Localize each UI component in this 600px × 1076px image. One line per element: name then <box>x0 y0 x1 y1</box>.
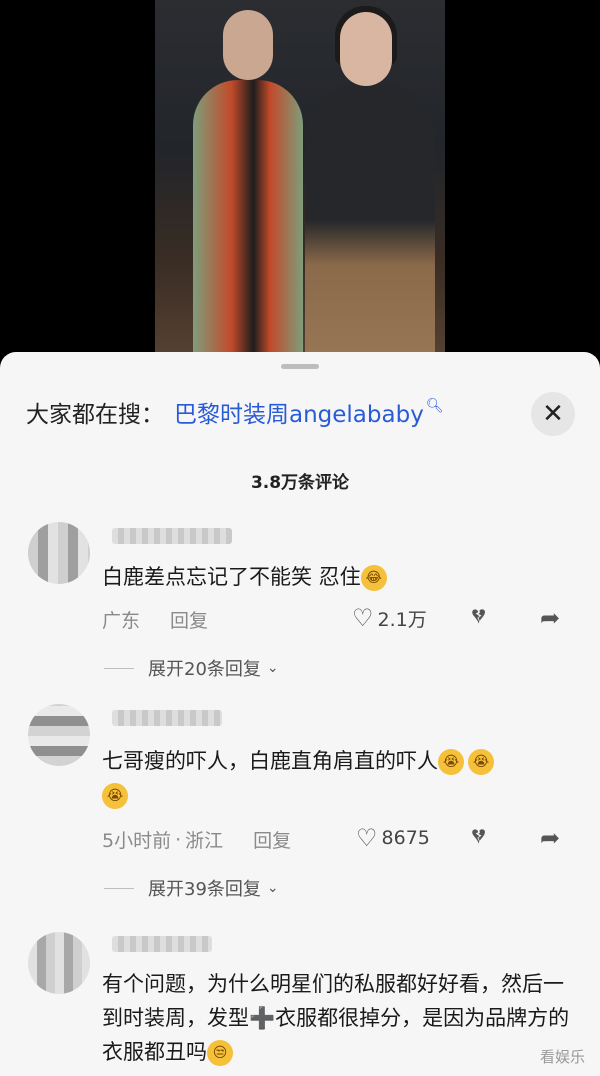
like-count: 8675 <box>381 827 430 849</box>
person-left-figure <box>193 80 303 375</box>
chevron-down-icon: ⌄ <box>266 880 279 896</box>
dislike-button[interactable]: 💔︎ <box>472 824 485 849</box>
like-button[interactable]: ♡ 2.1万 <box>352 604 427 632</box>
comment-location: 广东 <box>102 610 141 632</box>
close-icon: ✕ <box>542 399 564 429</box>
reply-button[interactable]: 回复 <box>170 606 208 633</box>
share-button[interactable]: ➦ <box>540 604 560 632</box>
comment-text: 有个问题，为什么明星们的私服都好好看，然后一到时装周，发型➕衣服都很掉分，是因为… <box>102 967 572 1069</box>
divider-line <box>104 667 134 669</box>
watermark: 看娱乐 <box>540 1048 586 1066</box>
comments-count: 3.8万条评论 <box>250 473 350 493</box>
username-blurred[interactable] <box>112 936 212 952</box>
cry-emoji-icon: 😭 <box>468 749 494 775</box>
person-right-figure <box>305 85 435 375</box>
comment-time: 5小时前 <box>102 830 172 852</box>
username-blurred[interactable] <box>112 528 232 544</box>
person-right-head <box>340 12 392 86</box>
share-arrow-icon: ➦ <box>540 824 561 852</box>
expand-replies-label: 展开20条回复 <box>148 659 261 680</box>
photo-image <box>155 0 445 375</box>
comment-meta: 5小时前 · 浙江 回复 <box>102 826 291 853</box>
comment-meta: 广东 回复 <box>102 606 208 633</box>
divider-line <box>104 887 134 889</box>
dislike-button[interactable]: 💔︎ <box>472 604 485 629</box>
username-blurred[interactable] <box>112 710 222 726</box>
cry-emoji-icon: 😭 <box>102 783 128 809</box>
avatar[interactable] <box>28 704 90 766</box>
comment-text: 白鹿差点忘记了不能笑 忍住 😂 <box>102 560 572 594</box>
comment-text: 七哥瘦的吓人，白鹿直角肩直的吓人 😭 😭 😭 <box>102 744 572 812</box>
drag-handle[interactable] <box>281 364 319 369</box>
expand-replies[interactable]: 展开39条回复 ⌄ <box>104 875 279 901</box>
like-count: 2.1万 <box>377 608 427 631</box>
share-arrow-icon: ➦ <box>540 604 561 632</box>
search-keyword-link[interactable]: 巴黎时装周angelababy <box>174 395 424 429</box>
laugh-emoji-icon: 😂 <box>360 565 387 591</box>
search-icon[interactable]: 🔍︎ <box>426 398 444 414</box>
person-left-head <box>223 10 273 80</box>
comment-location: 浙江 <box>185 830 224 852</box>
comment-body: 白鹿差点忘记了不能笑 忍住 <box>102 565 361 589</box>
dot-separator: · <box>175 828 182 851</box>
avatar[interactable] <box>28 932 90 994</box>
expand-replies-label: 展开39条回复 <box>148 879 261 900</box>
post-photo[interactable] <box>0 0 600 375</box>
comment-sheet: 大家都在搜： 巴黎时装周angelababy 🔍︎ ✕ 3.8万条评论 白鹿差点… <box>0 352 600 1076</box>
broken-heart-icon: 💔︎ <box>472 604 486 629</box>
chevron-down-icon: ⌄ <box>266 660 279 676</box>
comment-body: 七哥瘦的吓人，白鹿直角肩直的吓人 <box>102 749 438 773</box>
avatar[interactable] <box>28 522 90 584</box>
search-suggestion: 大家都在搜： 巴黎时装周angelababy 🔍︎ <box>26 394 444 430</box>
broken-heart-icon: 💔︎ <box>472 824 486 849</box>
reply-button[interactable]: 回复 <box>253 826 291 853</box>
heart-icon: ♡ <box>352 604 374 632</box>
plus-icon: ➕ <box>249 1006 276 1030</box>
heart-icon: ♡ <box>356 824 378 852</box>
search-prefix: 大家都在搜： <box>26 402 164 428</box>
expand-replies[interactable]: 展开20条回复 ⌄ <box>104 655 279 681</box>
like-button[interactable]: ♡ 8675 <box>356 824 430 852</box>
share-button[interactable]: ➦ <box>540 824 560 852</box>
cry-emoji-icon: 😭 <box>438 749 464 775</box>
unamused-emoji-icon: 😒 <box>207 1040 233 1066</box>
close-button[interactable]: ✕ <box>531 392 575 436</box>
